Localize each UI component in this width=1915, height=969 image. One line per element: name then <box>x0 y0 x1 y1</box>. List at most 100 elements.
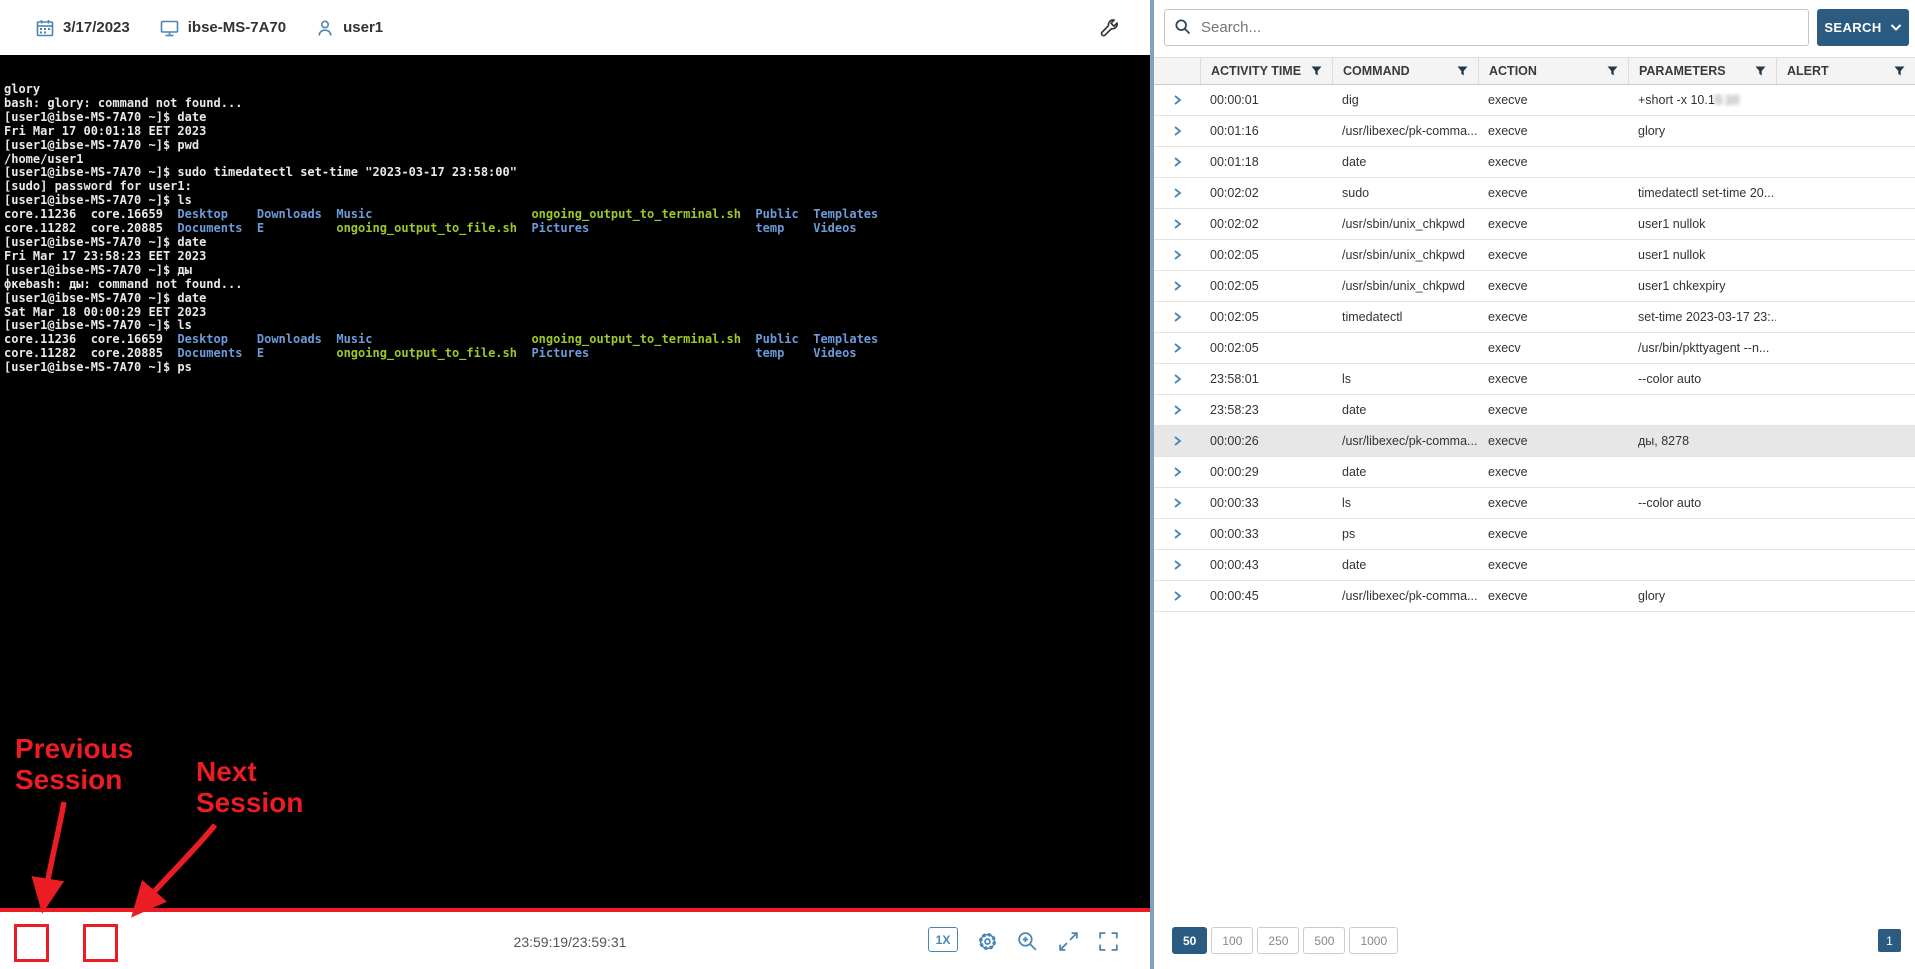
row-expand-chevron-icon[interactable] <box>1170 403 1184 417</box>
page-size-250[interactable]: 250 <box>1257 927 1299 954</box>
row-expand-chevron-icon[interactable] <box>1170 558 1184 572</box>
row-expand-chevron-icon[interactable] <box>1170 527 1184 541</box>
previous-session-annotation: Previous Session <box>15 733 180 795</box>
page-size-selector: 501002505001000 <box>1172 927 1398 954</box>
column-header-command[interactable]: COMMAND <box>1332 58 1478 84</box>
gear-icon[interactable] <box>975 929 1001 955</box>
row-expand-chevron-icon[interactable] <box>1170 124 1184 138</box>
row-expand-chevron-icon[interactable] <box>1170 186 1184 200</box>
cell-command: /usr/libexec/pk-comma... <box>1332 589 1478 603</box>
cell-activity-time: 00:02:02 <box>1200 186 1332 200</box>
row-expand-chevron-icon[interactable] <box>1170 372 1184 386</box>
page-size-50[interactable]: 50 <box>1172 927 1207 954</box>
table-row[interactable]: 00:00:33lsexecve--color auto <box>1154 488 1915 519</box>
cell-activity-time: 23:58:01 <box>1200 372 1332 386</box>
row-expand-chevron-icon[interactable] <box>1170 434 1184 448</box>
cell-parameters: user1 chkexpiry <box>1628 279 1776 293</box>
column-header-parameters[interactable]: PARAMETERS <box>1628 58 1776 84</box>
table-row[interactable]: 00:02:02sudoexecvetimedatectl set-time 2… <box>1154 178 1915 209</box>
row-expand-chevron-icon[interactable] <box>1170 496 1184 510</box>
page-size-100[interactable]: 100 <box>1211 927 1253 954</box>
next-session-highlight-box <box>83 924 118 962</box>
table-row[interactable]: 00:00:45/usr/libexec/pk-comma...execvegl… <box>1154 581 1915 612</box>
filter-funnel-icon[interactable] <box>1311 66 1322 76</box>
settings-wrench-icon[interactable] <box>1098 15 1124 41</box>
column-header-label: ACTION <box>1489 64 1537 78</box>
playback-timestamp: 23:59:19/23:59:31 <box>490 934 650 950</box>
table-row[interactable]: 00:02:02/usr/sbin/unix_chkpwdexecveuser1… <box>1154 209 1915 240</box>
table-row[interactable]: 00:00:29dateexecve <box>1154 457 1915 488</box>
page-size-500[interactable]: 500 <box>1303 927 1345 954</box>
fullscreen-icon[interactable] <box>1096 929 1122 955</box>
session-host-label: ibse-MS-7A70 <box>188 19 286 36</box>
zoom-in-icon[interactable] <box>1015 929 1041 955</box>
row-expand-chevron-icon[interactable] <box>1170 465 1184 479</box>
terminal-line: Fri Mar 17 23:58:23 EET 2023 <box>4 250 1150 264</box>
table-row[interactable]: 00:00:43dateexecve <box>1154 550 1915 581</box>
table-row[interactable]: 00:00:26/usr/libexec/pk-comma...execveды… <box>1154 426 1915 457</box>
computer-icon <box>160 19 179 37</box>
cell-command: ls <box>1332 496 1478 510</box>
next-session-annotation: Next Session <box>196 756 326 818</box>
cell-activity-time: 00:02:05 <box>1200 279 1332 293</box>
cell-action: execve <box>1478 403 1628 417</box>
table-row[interactable]: 23:58:01lsexecve--color auto <box>1154 364 1915 395</box>
row-expand-chevron-icon[interactable] <box>1170 310 1184 324</box>
terminal-line: [user1@ibse-MS-7A70 ~]$ sudo timedatectl… <box>4 166 1150 180</box>
filter-funnel-icon[interactable] <box>1894 66 1905 76</box>
calendar-icon <box>36 19 54 37</box>
cell-action: execve <box>1478 93 1628 107</box>
filter-funnel-icon[interactable] <box>1457 66 1468 76</box>
terminal-line: [user1@ibse-MS-7A70 ~]$ ls <box>4 319 1150 333</box>
cell-activity-time: 00:00:33 <box>1200 496 1332 510</box>
table-row[interactable]: 00:00:33psexecve <box>1154 519 1915 550</box>
table-row[interactable]: 00:02:05/usr/sbin/unix_chkpwdexecveuser1… <box>1154 271 1915 302</box>
filter-funnel-icon[interactable] <box>1755 66 1766 76</box>
row-expand-chevron-icon[interactable] <box>1170 341 1184 355</box>
column-header-action[interactable]: ACTION <box>1478 58 1628 84</box>
cell-command: dig <box>1332 93 1478 107</box>
cell-command: sudo <box>1332 186 1478 200</box>
search-input[interactable] <box>1164 9 1809 46</box>
table-row[interactable]: 00:01:18dateexecve <box>1154 147 1915 178</box>
table-row[interactable]: 00:00:01digexecve+short -x 10.10.10 <box>1154 85 1915 116</box>
session-user[interactable]: user1 <box>316 19 383 37</box>
session-player-app: 3/17/2023 ibse-MS-7A70 user1 glorybash: … <box>0 0 1915 969</box>
current-page-button[interactable]: 1 <box>1878 929 1901 952</box>
events-table-header: ACTIVITY TIME COMMAND ACTION PARAMETERS ALER… <box>1154 57 1915 85</box>
expand-icon[interactable] <box>1056 929 1082 955</box>
column-header-label: ALERT <box>1787 64 1829 78</box>
session-date[interactable]: 3/17/2023 <box>36 19 130 37</box>
table-row[interactable]: 00:02:05/usr/sbin/unix_chkpwdexecveuser1… <box>1154 240 1915 271</box>
table-row[interactable]: 00:02:05execv/usr/bin/pkttyagent --n... <box>1154 333 1915 364</box>
cell-activity-time: 00:00:43 <box>1200 558 1332 572</box>
cell-action: execve <box>1478 310 1628 324</box>
row-expand-chevron-icon[interactable] <box>1170 589 1184 603</box>
page-size-1000[interactable]: 1000 <box>1349 927 1398 954</box>
cell-command: ps <box>1332 527 1478 541</box>
row-expand-chevron-icon[interactable] <box>1170 93 1184 107</box>
search-button[interactable]: SEARCH <box>1817 9 1909 46</box>
row-expand-chevron-icon[interactable] <box>1170 248 1184 262</box>
table-row[interactable]: 00:02:05timedatectlexecveset-time 2023-0… <box>1154 302 1915 333</box>
row-expand-chevron-icon[interactable] <box>1170 279 1184 293</box>
session-host[interactable]: ibse-MS-7A70 <box>160 19 286 37</box>
table-row[interactable]: 00:01:16/usr/libexec/pk-comma...execvegl… <box>1154 116 1915 147</box>
cell-command: timedatectl <box>1332 310 1478 324</box>
row-expand-chevron-icon[interactable] <box>1170 155 1184 169</box>
column-header-activity-time[interactable]: ACTIVITY TIME <box>1200 58 1332 84</box>
terminal-line: core.11236 core.16659 Desktop Downloads … <box>4 333 1150 347</box>
column-header-label: ACTIVITY TIME <box>1211 64 1301 78</box>
row-expand-chevron-icon[interactable] <box>1170 217 1184 231</box>
column-header-label: COMMAND <box>1343 64 1410 78</box>
cell-command: /usr/sbin/unix_chkpwd <box>1332 248 1478 262</box>
cell-activity-time: 00:00:26 <box>1200 434 1332 448</box>
cell-parameters: glory <box>1628 589 1776 603</box>
terminal-line: [user1@ibse-MS-7A70 ~]$ pwd <box>4 139 1150 153</box>
terminal-line: core.11282 core.20885 Documents E ongoin… <box>4 222 1150 236</box>
column-header-alert[interactable]: ALERT <box>1776 58 1915 84</box>
filter-funnel-icon[interactable] <box>1607 66 1618 76</box>
playback-speed-button[interactable]: 1X <box>928 927 958 952</box>
terminal-line: [user1@ibse-MS-7A70 ~]$ ls <box>4 194 1150 208</box>
table-row[interactable]: 23:58:23dateexecve <box>1154 395 1915 426</box>
